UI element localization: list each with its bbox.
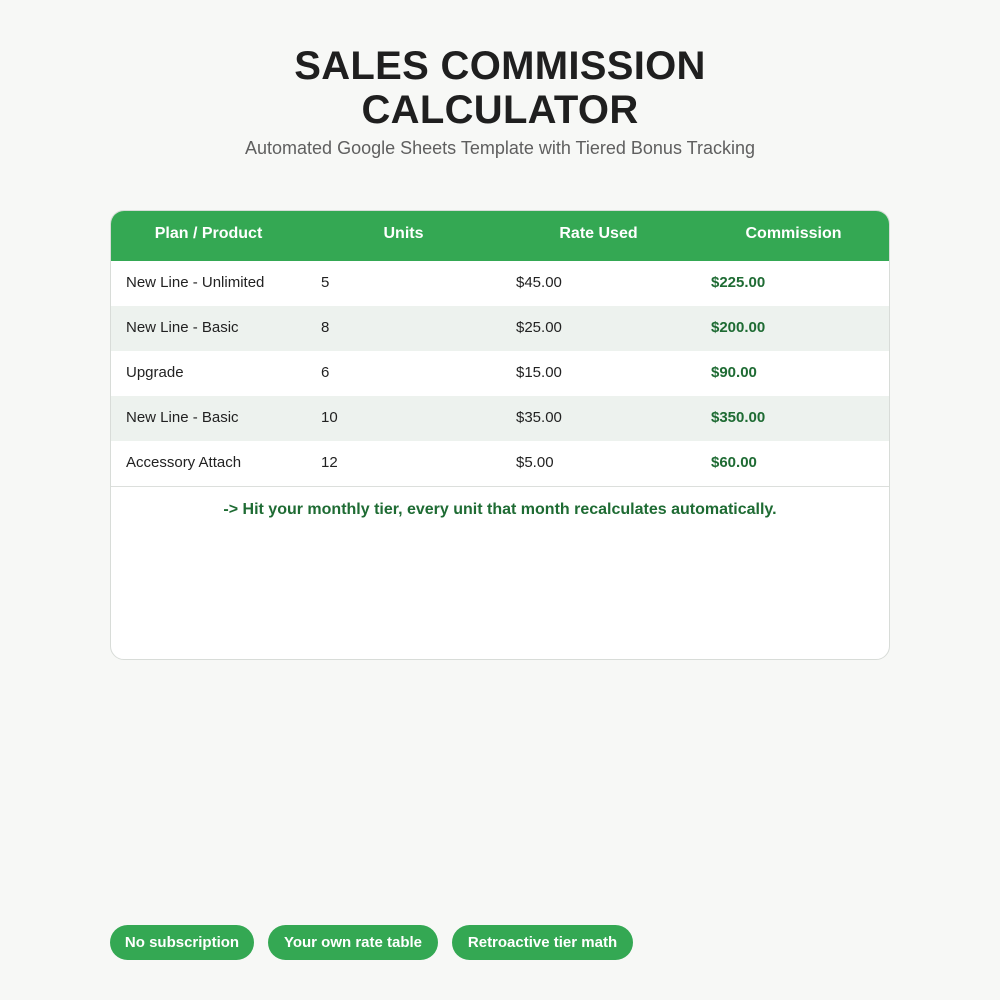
cell-plan: New Line - Basic [126,319,239,336]
feature-pill-rate-table: Your own rate table [268,925,438,960]
column-header-rate: Rate Used [559,225,638,242]
cell-units: 6 [321,364,330,381]
table-row: Upgrade 6 $15.00 $90.00 [111,351,889,396]
cell-commission: $90.00 [711,364,757,381]
table-row: New Line - Basic 8 $25.00 $200.00 [111,306,889,351]
cell-units: 10 [321,409,338,426]
table-row: New Line - Basic 10 $35.00 $350.00 [111,396,889,441]
cell-commission: $350.00 [711,409,766,426]
table-header: Plan / Product Units Rate Used Commissio… [111,211,889,261]
cell-rate: $35.00 [516,409,562,426]
column-header-commission: Commission [745,225,842,242]
cell-units: 8 [321,319,330,336]
cell-rate: $15.00 [516,364,562,381]
commission-table-card: Plan / Product Units Rate Used Commissio… [110,210,890,660]
cell-rate: $45.00 [516,274,562,291]
feature-pill-no-subscription: No subscription [110,925,254,960]
title-line-1: SALES COMMISSION [294,44,706,88]
cell-rate: $25.00 [516,319,562,336]
page-subtitle: Automated Google Sheets Template with Ti… [245,138,755,158]
cell-plan: New Line - Unlimited [126,274,265,291]
title-line-2: CALCULATOR [361,88,639,132]
cell-commission: $200.00 [711,319,766,336]
table-row: New Line - Unlimited 5 $45.00 $225.00 [111,261,889,306]
table-row: Accessory Attach 12 $5.00 $60.00 [111,441,889,487]
cell-plan: Upgrade [126,364,184,381]
cell-plan: Accessory Attach [126,454,242,471]
page-title: SALES COMMISSION CALCULATOR [0,44,1000,132]
cell-rate: $5.00 [516,454,554,471]
cell-plan: New Line - Basic [126,409,239,426]
cell-units: 5 [321,274,330,291]
cell-commission: $225.00 [711,274,766,291]
column-header-plan: Plan / Product [154,225,263,242]
cell-commission: $60.00 [711,454,757,471]
cell-units: 12 [321,454,338,471]
feature-pill-tier-math: Retroactive tier math [452,925,633,960]
tier-note: -> Hit your monthly tier, every unit tha… [223,501,777,518]
column-header-units: Units [383,225,424,242]
